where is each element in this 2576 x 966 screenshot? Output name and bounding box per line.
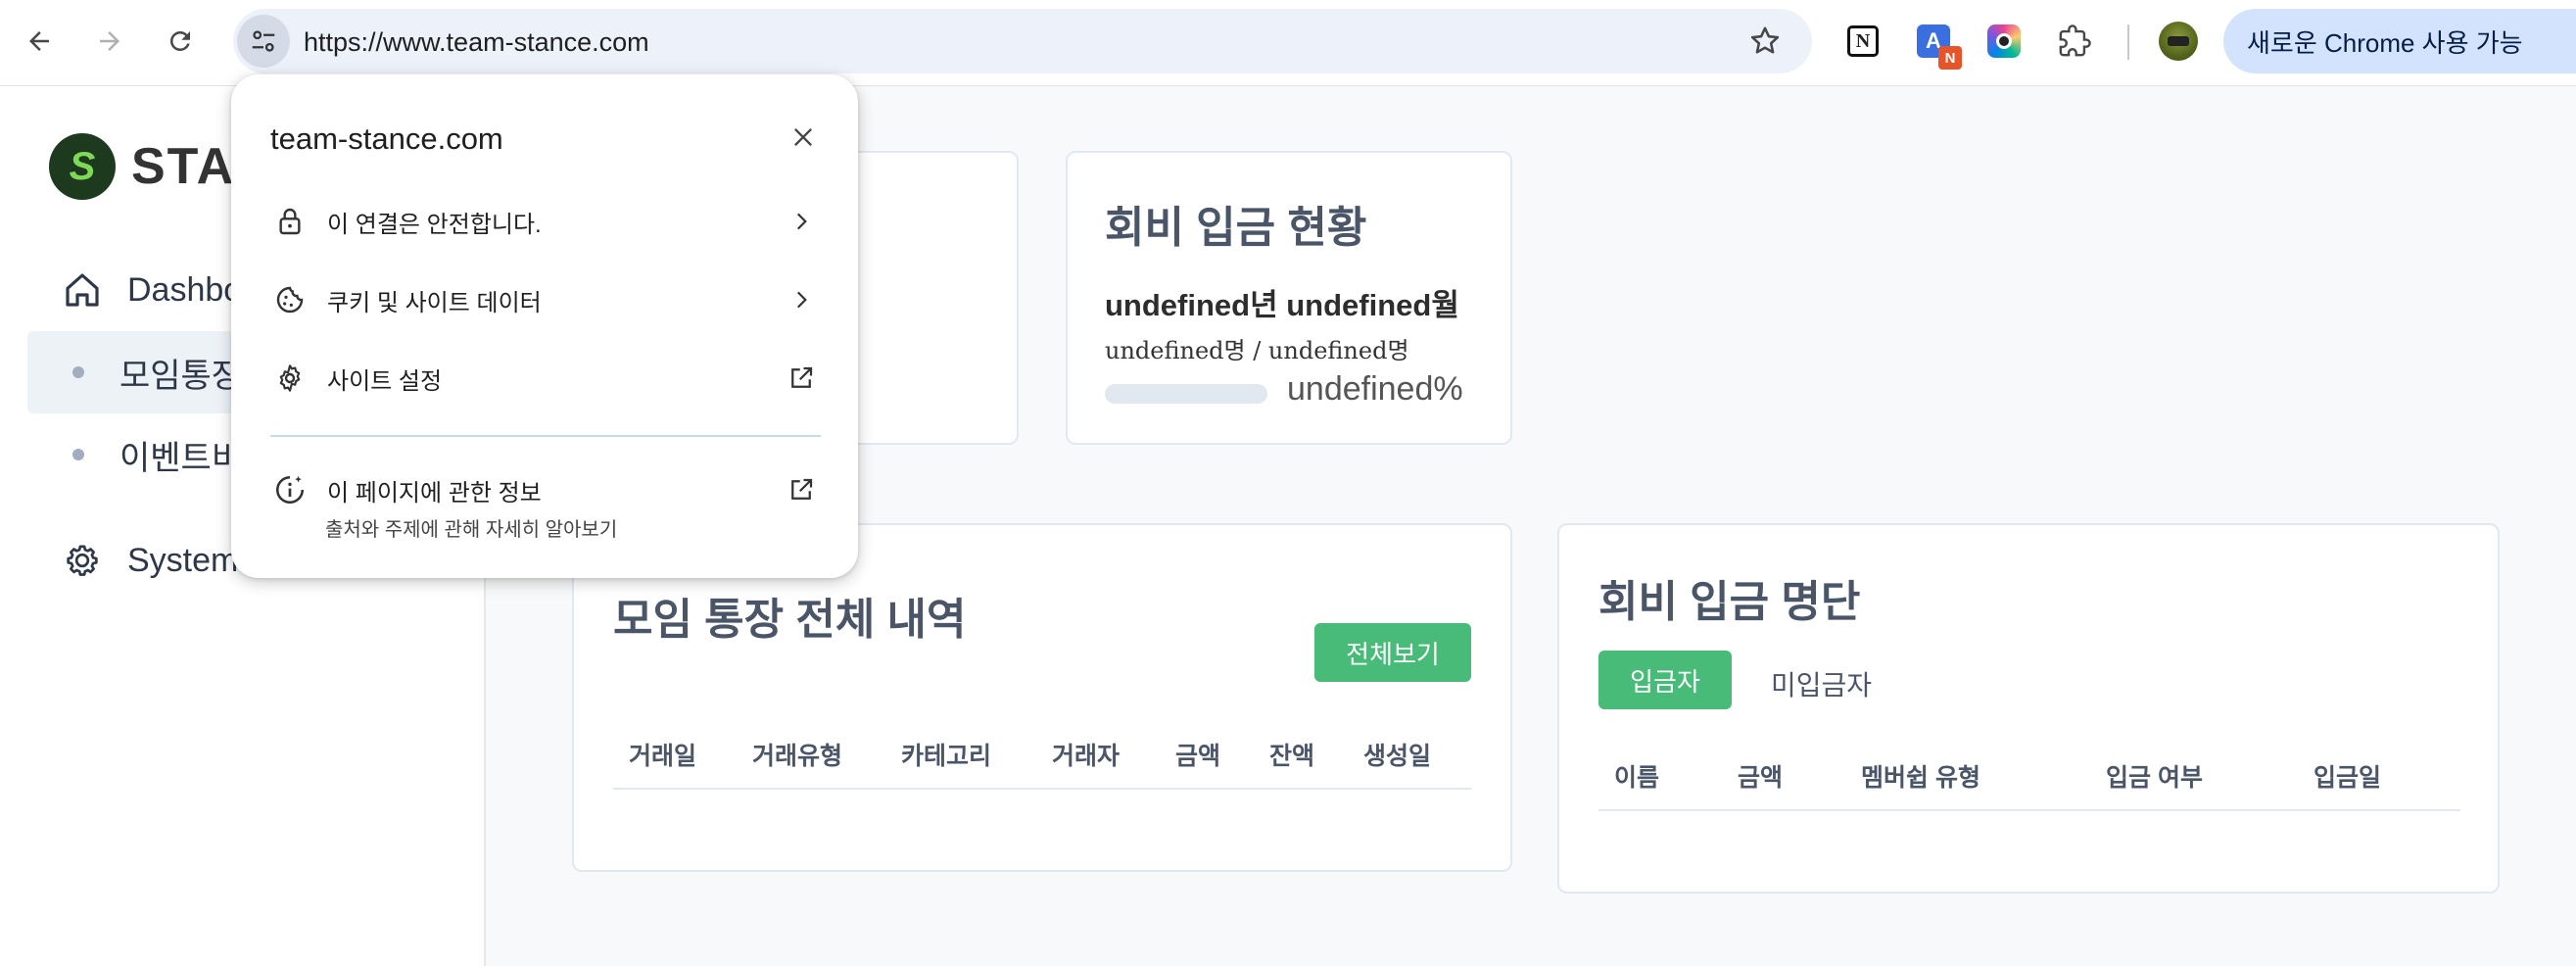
chevron-right-icon (782, 280, 821, 319)
gear-icon (61, 539, 104, 582)
dues-percent: undefined% (1287, 370, 1463, 408)
dues-list-card: 회비 입금 명단 입금자 미입금자 이름 금액 멤버쉽 유형 입금 여부 입금일 (1557, 523, 2500, 894)
color-wheel-icon (1987, 24, 2021, 58)
tab-non-depositors[interactable]: 미입금자 (1771, 664, 1872, 703)
cookie-icon (270, 280, 310, 319)
close-icon (794, 128, 812, 146)
chevron-right-icon (782, 202, 821, 241)
sidebar-item-label: 이벤트비 (119, 439, 243, 477)
profile-avatar[interactable] (2155, 18, 2202, 65)
reload-button[interactable] (157, 18, 204, 65)
table-header: 거래일 (629, 743, 697, 770)
tune-icon (252, 30, 275, 52)
chrome-update-button[interactable]: 새로운 Chrome 사용 가능 (2223, 9, 2576, 73)
star-icon (1750, 26, 1780, 54)
card-title: 모임 통장 전체 내역 (613, 596, 967, 644)
address-bar[interactable]: https://www.team-stance.com (233, 9, 1812, 73)
table-header: 이름 (1614, 764, 1660, 792)
page-info-row[interactable]: 이 페이지에 관한 정보 (270, 460, 821, 519)
close-button[interactable] (780, 114, 827, 161)
sidebar-item-label: 모임통장 (119, 357, 243, 395)
page-info-subtitle: 출처와 주제에 관해 자세히 알아보기 (325, 519, 618, 541)
notion-icon: N (1847, 25, 1879, 57)
extension-badge: N (1938, 46, 1962, 70)
avatar-icon (2159, 22, 2198, 61)
forward-arrow-icon (100, 31, 119, 51)
url-text[interactable]: https://www.team-stance.com (304, 27, 649, 58)
translate-icon: A N (1917, 24, 1962, 70)
row-label: 사이트 설정 (327, 367, 443, 395)
cookies-row[interactable]: 쿠키 및 사이트 데이터 (270, 270, 821, 329)
table-header: 금액 (1175, 743, 1221, 770)
lock-icon (270, 202, 310, 241)
color-extension[interactable] (1980, 18, 2027, 65)
tab-depositors[interactable]: 입금자 (1598, 651, 1732, 709)
bookmark-star-button[interactable] (1747, 24, 1783, 64)
bullet-icon (72, 449, 84, 460)
gear-icon (270, 359, 310, 398)
browser-toolbar: https://www.team-stance.com N A N 새로운 Ch… (0, 0, 2576, 86)
forward-button[interactable] (86, 18, 133, 65)
table-header: 잔액 (1269, 743, 1315, 770)
dues-period: undefined년 undefined월 (1105, 288, 1459, 322)
table-header: 입금 여부 (2106, 764, 2203, 792)
connection-secure-row[interactable]: 이 연결은 안전합니다. (270, 192, 821, 251)
row-label: 이 연결은 안전합니다. (327, 211, 542, 238)
sidebar-item-label: System (127, 541, 239, 579)
table-divider (1598, 809, 2460, 811)
table-header: 거래자 (1052, 743, 1121, 770)
card-title: 회비 입금 현황 (1105, 204, 1367, 252)
table-header: 거래유형 (752, 743, 843, 770)
site-info-popup: team-stance.com 이 연결은 안전합니다. 쿠키 및 사이트 데이… (231, 74, 858, 578)
back-arrow-icon (29, 31, 49, 51)
open-in-new-icon (782, 359, 821, 398)
table-header: 생성일 (1363, 743, 1432, 770)
popup-domain: team-stance.com (270, 121, 503, 156)
row-label: 쿠키 및 사이트 데이터 (327, 289, 542, 316)
table-header: 카테고리 (901, 743, 992, 770)
dues-count: undefined명 / undefined명 (1105, 337, 1409, 364)
bullet-icon (72, 366, 84, 378)
row-label: 이 페이지에 관한 정보 (327, 479, 542, 507)
table-header: 입금일 (2314, 764, 2382, 792)
site-info-button[interactable] (237, 15, 290, 68)
table-divider (613, 788, 1471, 790)
info-icon (270, 470, 310, 509)
notion-extension[interactable]: N (1839, 18, 1886, 65)
view-all-button[interactable]: 전체보기 (1314, 623, 1471, 682)
logo-icon: S (49, 133, 116, 200)
translate-extension[interactable]: A N (1910, 18, 1962, 70)
site-settings-row[interactable]: 사이트 설정 (270, 349, 821, 408)
open-in-new-icon (782, 470, 821, 509)
dues-progress-bar (1105, 384, 1267, 404)
card-title: 회비 입금 명단 (1598, 578, 1861, 626)
table-header: 멤버쉽 유형 (1861, 764, 1980, 792)
dues-status-card: 회비 입금 현황 undefined년 undefined월 undefined… (1066, 151, 1512, 445)
popup-divider (270, 435, 821, 437)
reload-icon (169, 30, 190, 51)
extensions-button[interactable] (2051, 18, 2098, 65)
puzzle-icon (2059, 24, 2091, 57)
back-button[interactable] (16, 18, 63, 65)
home-icon (61, 268, 104, 312)
toolbar-separator (2127, 24, 2129, 60)
table-header: 금액 (1738, 764, 1784, 792)
